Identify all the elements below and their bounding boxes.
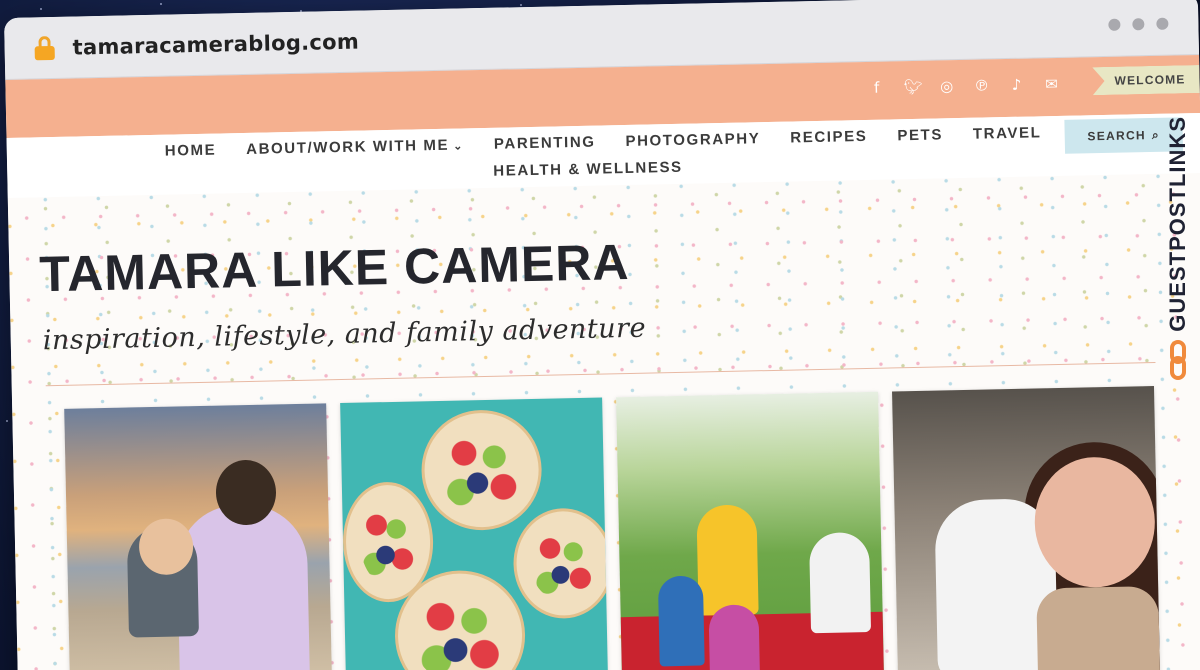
url-text[interactable]: tamaracamerablog.com: [72, 29, 359, 59]
social-links: f 🐦︎ ◎ ℗ ♪ ✉: [868, 75, 1059, 97]
instagram-icon[interactable]: ◎: [938, 77, 954, 95]
browser-window: tamaracamerablog.com f 🐦︎ ◎ ℗ ♪ ✉ WELCOM…: [4, 0, 1200, 670]
facebook-icon[interactable]: f: [868, 79, 884, 97]
nav-item-travel[interactable]: TRAVEL: [973, 124, 1042, 142]
photo-fruit-cookies[interactable]: [340, 397, 609, 670]
chevron-down-icon: ⌄: [453, 140, 465, 153]
nav-item-health-wellness[interactable]: HEALTH & WELLNESS: [493, 159, 683, 180]
photo-kids-park[interactable]: [616, 391, 885, 670]
dot-icon: [1108, 18, 1121, 31]
dot-icon: [1156, 17, 1169, 30]
site-title[interactable]: TAMARA LIKE CAMERA: [39, 233, 630, 303]
email-icon[interactable]: ✉: [1043, 75, 1059, 93]
dot-icon: [1132, 18, 1145, 31]
photo-grid: [64, 385, 1161, 670]
search-label: SEARCH: [1087, 128, 1147, 144]
lock-icon: [34, 35, 55, 60]
nav-item-about-label: ABOUT/WORK WITH ME: [246, 136, 450, 158]
link-icon: [1168, 340, 1188, 380]
window-menu-dots[interactable]: [1108, 17, 1169, 31]
site-tagline: inspiration, lifestyle, and family adven…: [42, 312, 647, 357]
nav-item-recipes[interactable]: RECIPES: [790, 128, 867, 147]
nav-item-pets[interactable]: PETS: [897, 126, 943, 144]
nav-item-parenting[interactable]: PARENTING: [494, 134, 596, 153]
pinterest-icon[interactable]: ℗: [973, 76, 989, 94]
nav-item-home[interactable]: HOME: [165, 142, 217, 160]
nav-item-photography[interactable]: PHOTOGRAPHY: [625, 130, 760, 150]
divider: [45, 361, 1156, 387]
tiktok-icon[interactable]: ♪: [1008, 76, 1024, 94]
watermark-text: GUESTPOSTLINKS: [1165, 116, 1190, 332]
guestpostlinks-watermark: GUESTPOSTLINKS: [1156, 50, 1200, 380]
twitter-icon[interactable]: 🐦︎: [903, 78, 922, 96]
photo-boys-sunset[interactable]: [64, 403, 333, 670]
photo-woman-husky[interactable]: [892, 385, 1161, 670]
nav-item-about[interactable]: ABOUT/WORK WITH ME ⌄: [246, 136, 464, 158]
hero-section: TAMARA LIKE CAMERA inspiration, lifestyl…: [7, 172, 1200, 670]
